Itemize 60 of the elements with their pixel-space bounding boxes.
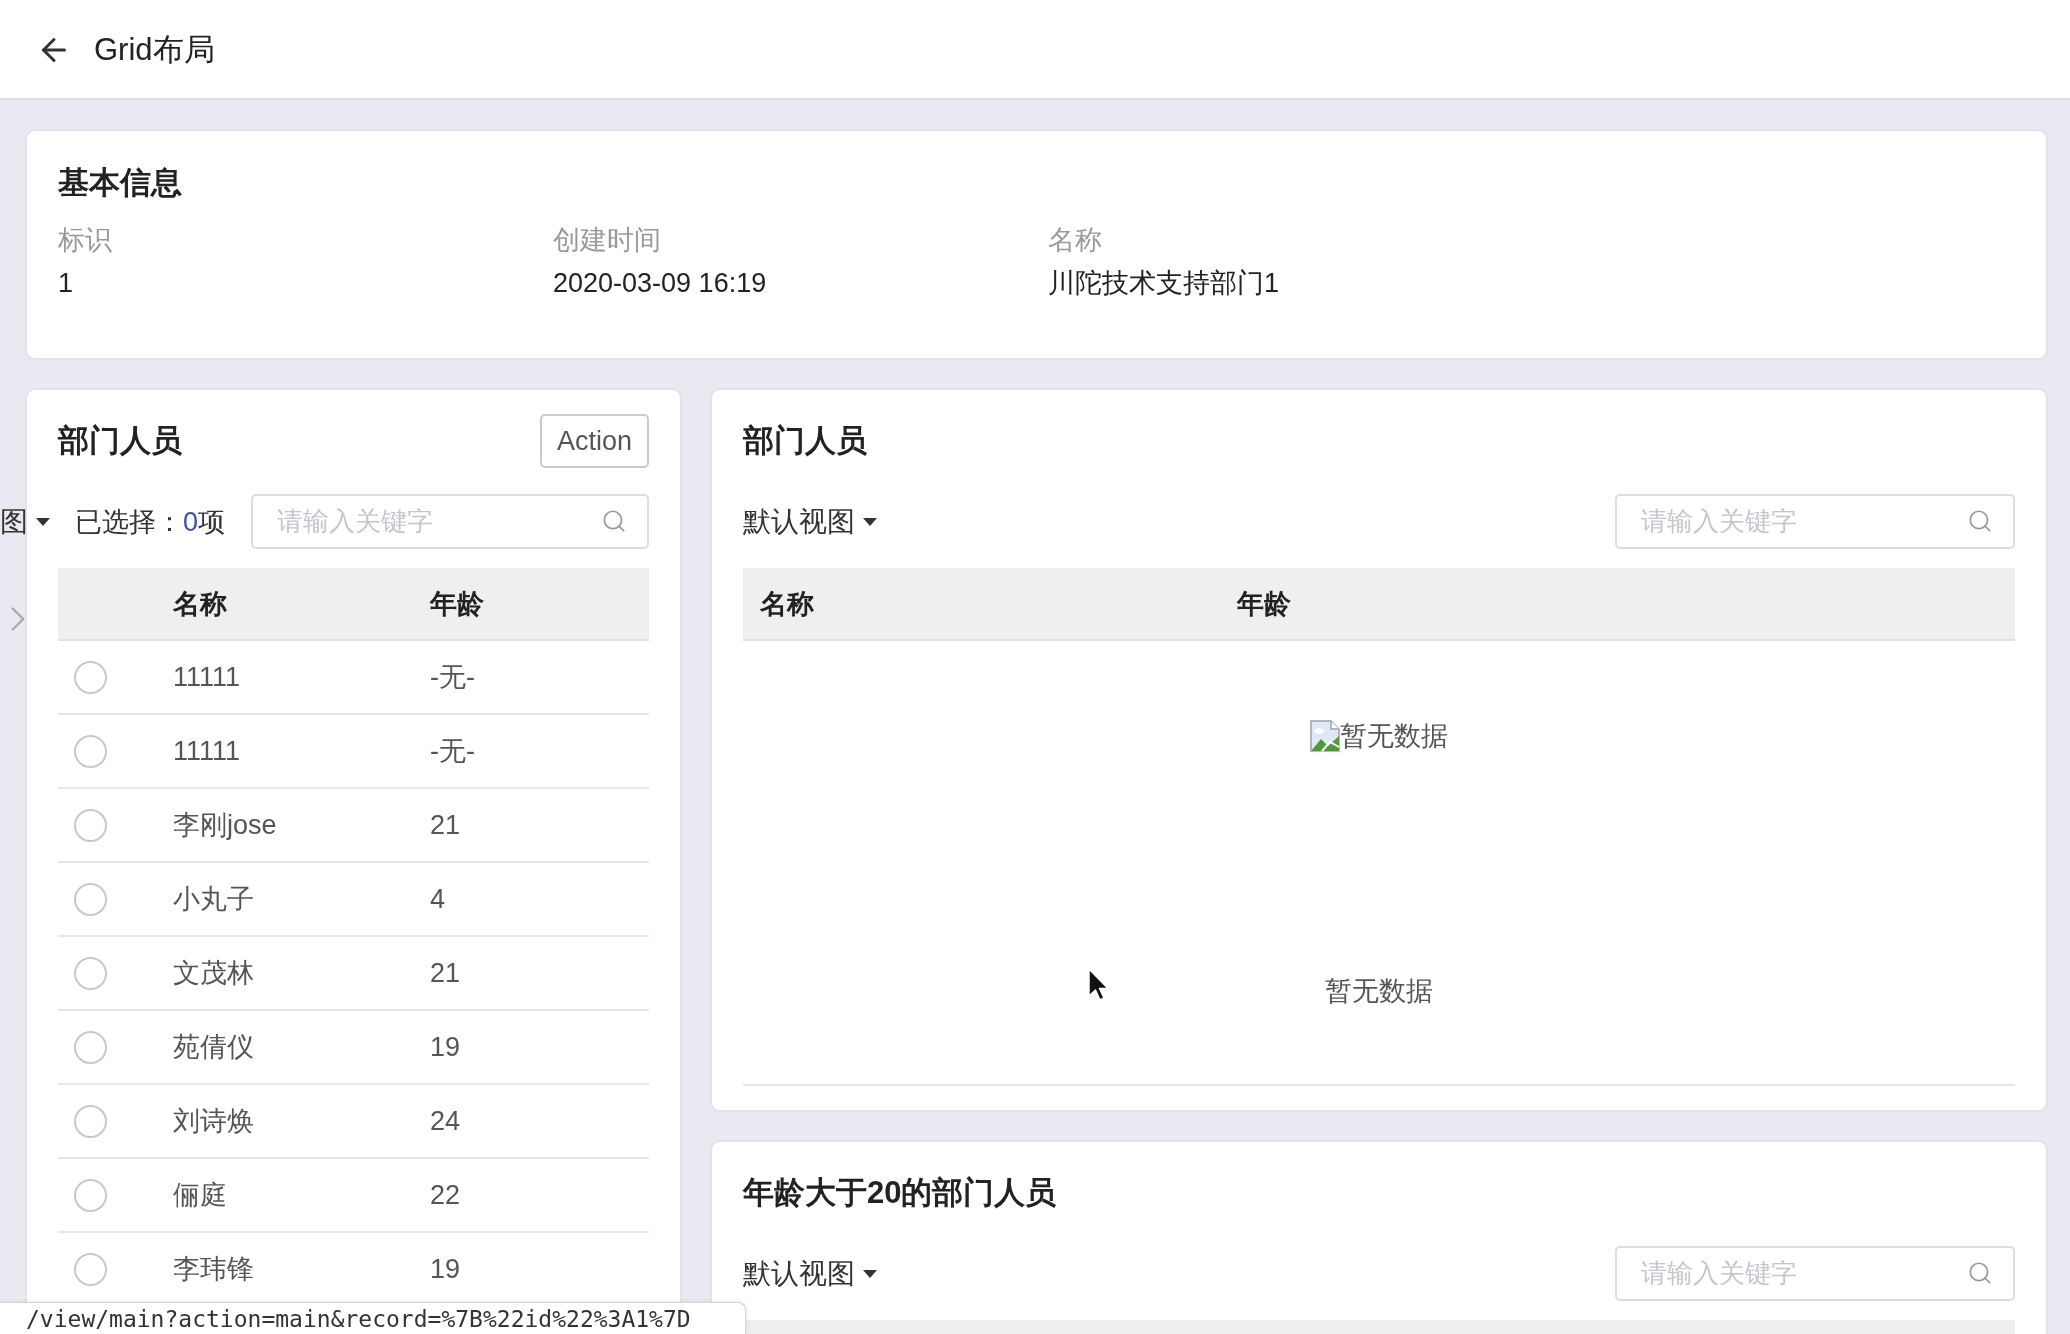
radio-button[interactable] bbox=[74, 1252, 107, 1286]
table-cell-text: 19 bbox=[430, 1253, 462, 1285]
view-dropdown[interactable]: 默认视图 bbox=[743, 1254, 877, 1293]
caret-down-icon bbox=[863, 517, 877, 526]
field-value: 1 bbox=[58, 267, 75, 300]
radio-button[interactable] bbox=[74, 734, 107, 768]
search-icon[interactable] bbox=[1967, 1260, 1993, 1286]
table-cell-text: 刘诗焕 bbox=[173, 1105, 255, 1138]
column-header: 名称 bbox=[173, 587, 228, 621]
table-cell-text: 19 bbox=[430, 1031, 462, 1063]
field-value: 2020-03-09 16:19 bbox=[553, 267, 768, 300]
card-title: 基本信息 bbox=[58, 164, 183, 202]
table-cell-text: 22 bbox=[430, 1179, 462, 1211]
search-field[interactable]: 请输入关键字 bbox=[1615, 1246, 2015, 1301]
card-title: 年龄大于20的部门人员 bbox=[743, 1174, 1057, 1212]
selection-count-text: 已选择：0项 bbox=[75, 505, 226, 539]
page-title: Grid布局 bbox=[94, 31, 215, 69]
radio-button[interactable] bbox=[74, 1030, 107, 1064]
table-cell-text: 俪庭 bbox=[173, 1179, 228, 1212]
caret-down-icon bbox=[36, 517, 50, 526]
card-title: 部门人员 bbox=[58, 422, 182, 460]
table-cell-text: 李刚jose bbox=[173, 809, 278, 842]
table-cell-text: 11111 bbox=[173, 735, 242, 767]
card-title: 部门人员 bbox=[743, 422, 867, 460]
search-field[interactable]: 请输入关键字 bbox=[1615, 494, 2015, 549]
radio-button[interactable] bbox=[74, 882, 107, 916]
column-header: 年龄 bbox=[430, 587, 485, 621]
radio-button[interactable] bbox=[74, 1104, 107, 1138]
table-cell-text: 文茂林 bbox=[173, 957, 255, 990]
table-cell-text: 李玮锋 bbox=[173, 1253, 255, 1286]
radio-button[interactable] bbox=[74, 1178, 107, 1212]
table-cell-text: 苑倩仪 bbox=[173, 1031, 255, 1064]
empty-state-text: 暂无数据 bbox=[1325, 975, 1433, 1008]
table-cell-text: 小丸子 bbox=[173, 883, 255, 916]
column-header: 名称 bbox=[760, 587, 815, 621]
field-label: 创建时间 bbox=[553, 224, 662, 257]
table-cell-text: 4 bbox=[430, 883, 447, 915]
view-dropdown[interactable]: 图 bbox=[0, 502, 50, 541]
table-cell-text: -无- bbox=[430, 735, 476, 768]
search-icon[interactable] bbox=[1967, 508, 1993, 534]
search-field[interactable]: 请输入关键字 bbox=[251, 494, 649, 549]
field-label: 名称 bbox=[1048, 224, 1103, 257]
radio-button[interactable] bbox=[74, 956, 107, 990]
table-cell-text: 21 bbox=[430, 809, 462, 841]
radio-button[interactable] bbox=[74, 660, 107, 694]
image-alt-text: 暂无数据 bbox=[1340, 720, 1448, 753]
link-url-tooltip: /view/main?action=main&record=%7B%22id%22%3A1%7D bbox=[0, 1302, 746, 1334]
table-cell-text: 21 bbox=[430, 957, 462, 989]
view-dropdown[interactable]: 默认视图 bbox=[743, 502, 877, 541]
table-cell-text: -无- bbox=[430, 661, 476, 694]
table-cell-text: 24 bbox=[430, 1105, 462, 1137]
field-label: 标识 bbox=[58, 224, 113, 257]
radio-button[interactable] bbox=[74, 808, 107, 842]
column-header: 年龄 bbox=[1237, 587, 1292, 621]
action-button[interactable]: Action bbox=[539, 414, 649, 468]
table-cell-text: 11111 bbox=[173, 661, 242, 693]
broken-image-icon bbox=[1310, 720, 1340, 752]
search-icon[interactable] bbox=[601, 508, 627, 534]
field-value: 川陀技术支持部门1 bbox=[1048, 267, 1281, 300]
caret-down-icon bbox=[863, 1269, 877, 1278]
